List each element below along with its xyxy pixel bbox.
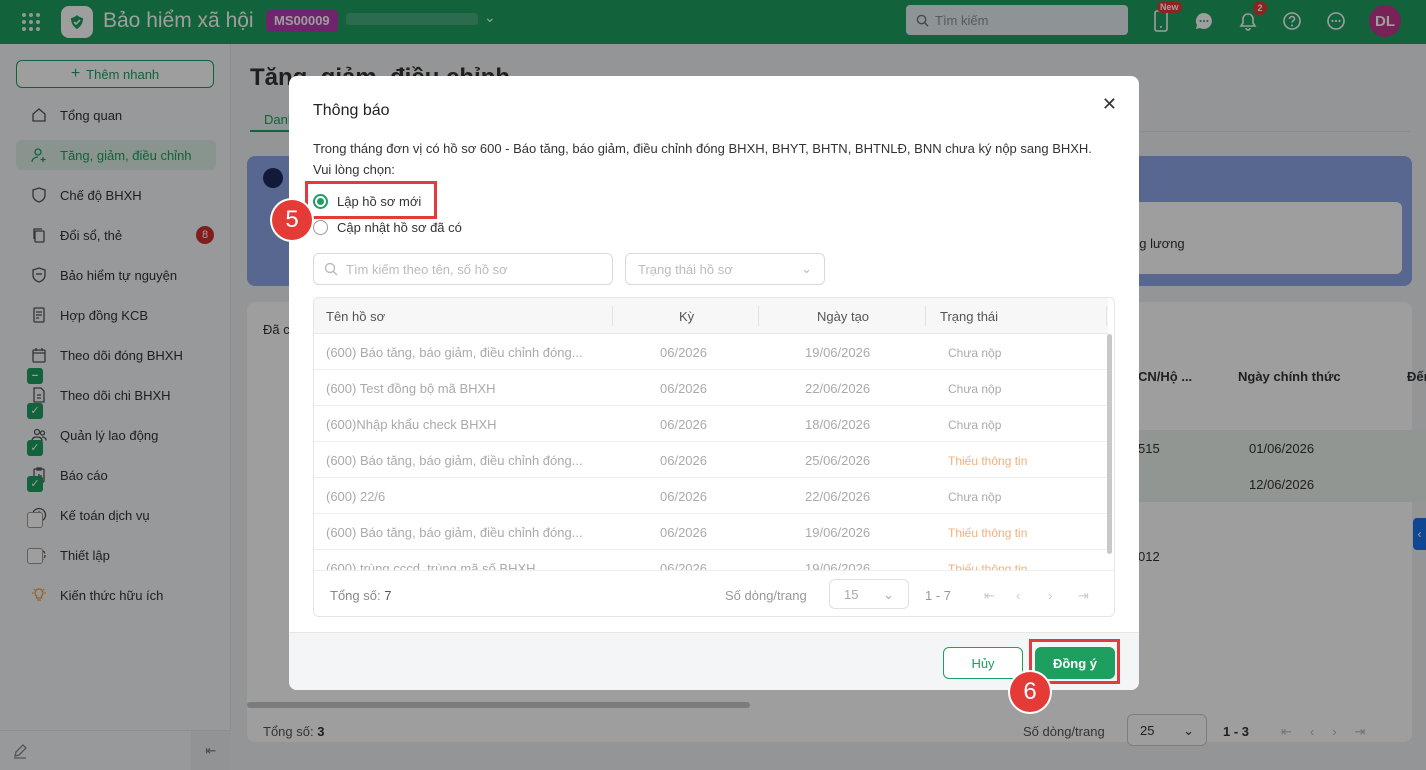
- column-header[interactable]: Tên hồ sơ: [326, 309, 385, 324]
- record-status-cell: Chưa nộp: [948, 490, 1002, 504]
- page-range: 1 - 7: [925, 588, 952, 603]
- table-row[interactable]: (600) Test đồng bộ mã BHXH 06/2026 22/06/2…: [314, 370, 1108, 406]
- close-icon[interactable]: ✕: [1102, 94, 1117, 115]
- record-created-cell: 19/06/2026: [805, 345, 871, 360]
- record-name-cell: (600) Test đồng bộ mã BHXH: [326, 381, 496, 396]
- dialog-title: Thông báo: [313, 102, 390, 119]
- notice-dialog: Thông báo ✕ Trong tháng đơn vị có hồ sơ …: [289, 76, 1139, 690]
- record-created-cell: 18/06/2026: [805, 417, 871, 432]
- record-name-cell: (600) 22/6: [326, 489, 386, 504]
- record-name-cell: (600)Nhập khẩu check BHXH: [326, 417, 497, 432]
- record-created-cell: 19/06/2026: [805, 525, 871, 540]
- prev-page-icon[interactable]: ‹: [1016, 588, 1020, 603]
- table-row[interactable]: (600) 22/6 06/2026 22/06/2026 Chưa nộp: [314, 478, 1108, 514]
- radio-update-existing[interactable]: Cập nhật hồ sơ đã có: [313, 220, 462, 235]
- dialog-description: Trong tháng đơn vị có hồ sơ 600 - Báo tă…: [313, 141, 1092, 177]
- records-table: Tên hồ sơ Kỳ Ngày tạo Trạng thái (600) B…: [313, 297, 1115, 617]
- record-name-cell: (600) Báo tăng, báo giảm, điều chỉnh đón…: [326, 525, 583, 540]
- record-status-cell: Chưa nộp: [948, 382, 1002, 396]
- column-header[interactable]: Ngày tạo: [817, 309, 869, 324]
- per-page-label: Số dòng/trang: [725, 588, 807, 603]
- step-marker-6: 6: [1010, 672, 1050, 712]
- table-header: Tên hồ sơ Kỳ Ngày tạo Trạng thái: [314, 298, 1108, 334]
- status-filter-placeholder: Trạng thái hồ sơ: [638, 261, 733, 277]
- record-name-cell: (600) Báo tăng, báo giảm, điều chỉnh đón…: [326, 453, 583, 468]
- record-period-cell: 06/2026: [660, 417, 707, 432]
- table-row[interactable]: (600) Báo tăng, báo giảm, điều chỉnh đón…: [314, 514, 1108, 550]
- first-page-icon[interactable]: ⇤: [984, 588, 995, 604]
- cancel-button[interactable]: Hủy: [943, 647, 1023, 679]
- record-period-cell: 06/2026: [660, 453, 707, 468]
- table-row[interactable]: (600)Nhập khẩu check BHXH 06/2026 18/06/20…: [314, 406, 1108, 442]
- column-header[interactable]: Kỳ: [679, 309, 694, 324]
- table-row[interactable]: (600) Báo tăng, báo giảm, điều chỉnh đón…: [314, 442, 1108, 478]
- next-page-icon[interactable]: ›: [1048, 588, 1052, 603]
- record-period-cell: 06/2026: [660, 345, 707, 360]
- per-page-value: 15: [844, 587, 859, 602]
- vertical-scrollbar[interactable]: [1107, 334, 1112, 554]
- last-page-icon[interactable]: ⇥: [1078, 588, 1089, 604]
- status-filter-select[interactable]: Trạng thái hồ sơ ⌄: [625, 253, 825, 285]
- record-status-cell: Thiếu thông tin: [948, 454, 1028, 468]
- record-period-cell: 06/2026: [660, 489, 707, 504]
- record-period-cell: 06/2026: [660, 381, 707, 396]
- record-status-cell: Thiếu thông tin: [948, 526, 1028, 540]
- record-period-cell: 06/2026: [660, 525, 707, 540]
- search-icon: [324, 262, 338, 276]
- record-created-cell: 22/06/2026: [805, 489, 871, 504]
- total-value: 7: [384, 588, 392, 603]
- chevron-down-icon: ⌄: [883, 587, 894, 602]
- record-name-cell: (600) Báo tăng, báo giảm, điều chỉnh đón…: [326, 345, 583, 360]
- step-marker-5: 5: [272, 200, 312, 240]
- radio-unselected-icon: [313, 220, 328, 235]
- dialog-footer: Hủy Đồng ý: [289, 632, 1139, 690]
- record-search-placeholder: Tìm kiếm theo tên, số hồ sơ: [346, 261, 508, 277]
- table-row[interactable]: (600) Báo tăng, báo giảm, điều chỉnh đón…: [314, 334, 1108, 370]
- record-created-cell: 22/06/2026: [805, 381, 871, 396]
- table-footer: Tổng số: 7 Số dòng/trang 15 ⌄ 1 - 7 ⇤ ‹ ›…: [314, 570, 1114, 616]
- record-search-input[interactable]: Tìm kiếm theo tên, số hồ sơ: [313, 253, 613, 285]
- per-page-select[interactable]: 15 ⌄: [829, 579, 909, 609]
- total-label: Tổng số: 7: [330, 588, 392, 603]
- highlight-box-option-new: [305, 181, 437, 219]
- column-header[interactable]: Trạng thái: [940, 309, 998, 324]
- chevron-down-icon: ⌄: [801, 261, 812, 276]
- record-status-cell: Chưa nộp: [948, 418, 1002, 432]
- record-status-cell: Chưa nộp: [948, 346, 1002, 360]
- radio-label: Cập nhật hồ sơ đã có: [337, 220, 462, 235]
- record-created-cell: 25/06/2026: [805, 453, 871, 468]
